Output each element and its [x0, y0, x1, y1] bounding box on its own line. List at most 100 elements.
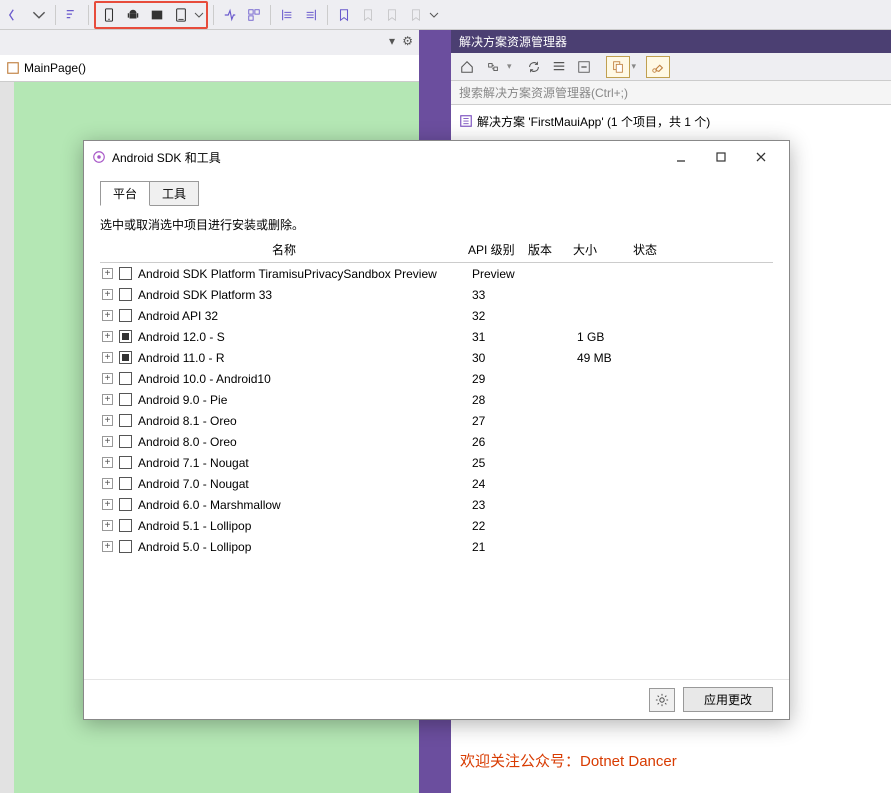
checkbox[interactable] — [119, 519, 132, 532]
checkbox[interactable] — [119, 330, 132, 343]
sdk-row[interactable]: +Android 10.0 - Android1029 — [100, 368, 773, 389]
expand-icon[interactable]: + — [102, 520, 113, 531]
checkbox[interactable] — [119, 477, 132, 490]
indent-left-icon[interactable] — [276, 4, 298, 26]
sdk-row[interactable]: +Android 11.0 - R3049 MB — [100, 347, 773, 368]
sdk-row[interactable]: +Android 8.1 - Oreo27 — [100, 410, 773, 431]
toolbar-separator — [270, 5, 271, 25]
show-all-files-icon[interactable] — [606, 56, 630, 78]
solution-root[interactable]: 解决方案 'FirstMauiApp' (1 个项目，共 1 个) — [459, 111, 883, 131]
category-icon[interactable] — [243, 4, 265, 26]
expand-icon[interactable]: + — [102, 394, 113, 405]
expand-icon[interactable]: + — [102, 478, 113, 489]
device-log-icon[interactable] — [146, 4, 168, 26]
sdk-row[interactable]: + Android SDK Platform 3333 — [100, 284, 773, 305]
row-name: Android 7.1 - Nougat — [138, 456, 472, 470]
editor-tab-bar: ▾ ⚙ — [0, 30, 419, 55]
expand-icon[interactable]: + — [102, 289, 113, 300]
checkbox[interactable] — [119, 288, 132, 301]
dialog-titlebar[interactable]: Android SDK 和工具 — [84, 141, 789, 173]
checkbox[interactable] — [119, 540, 132, 553]
expand-icon[interactable]: + — [102, 436, 113, 447]
solution-icon — [459, 114, 473, 128]
toolbar-separator — [327, 5, 328, 25]
indent-right-icon[interactable] — [300, 4, 322, 26]
emulator-device-icon[interactable] — [98, 4, 120, 26]
checkbox[interactable] — [119, 372, 132, 385]
collapse-all-icon[interactable] — [572, 56, 596, 78]
tablet-device-icon[interactable] — [170, 4, 192, 26]
bookmark-clear-icon[interactable] — [405, 4, 427, 26]
col-size[interactable]: 大小 — [573, 241, 633, 258]
navigation-label: MainPage() — [24, 61, 86, 75]
sdk-row[interactable]: +Android 7.1 - Nougat25 — [100, 452, 773, 473]
minimize-button[interactable] — [661, 143, 701, 171]
android-robot-icon[interactable] — [122, 4, 144, 26]
dialog-instruction: 选中或取消选中项目进行安装或删除。 — [100, 216, 773, 233]
bookmark-icon[interactable] — [333, 4, 355, 26]
row-name: Android 5.0 - Lollipop — [138, 540, 472, 554]
nav-back-icon[interactable] — [4, 4, 26, 26]
checkbox[interactable] — [119, 414, 132, 427]
checkbox[interactable] — [119, 393, 132, 406]
tab-dropdown-icon[interactable]: ▾ — [389, 34, 395, 48]
row-api: 27 — [472, 414, 532, 428]
checkbox[interactable] — [119, 498, 132, 511]
row-name: Android SDK Platform 33 — [138, 288, 472, 302]
row-name: Android SDK Platform TiramisuPrivacySand… — [138, 267, 472, 281]
checkbox[interactable] — [119, 351, 132, 364]
tab-platforms[interactable]: 平台 — [100, 181, 150, 206]
switch-view-icon[interactable] — [481, 56, 505, 78]
properties-icon[interactable] — [646, 56, 670, 78]
dropdown-arrow-icon[interactable] — [28, 4, 50, 26]
col-api[interactable]: API 级别 — [468, 241, 528, 258]
row-api: 33 — [472, 288, 532, 302]
checkbox[interactable] — [119, 435, 132, 448]
expand-icon[interactable]: + — [102, 415, 113, 426]
sdk-row[interactable]: +Android 5.0 - Lollipop21 — [100, 536, 773, 557]
expand-icon[interactable]: + — [102, 457, 113, 468]
sdk-row[interactable]: +Android 7.0 - Nougat24 — [100, 473, 773, 494]
checkbox[interactable] — [119, 456, 132, 469]
close-button[interactable] — [741, 143, 781, 171]
expand-icon[interactable]: + — [102, 541, 113, 552]
expand-icon[interactable]: + — [102, 499, 113, 510]
row-api: 32 — [472, 309, 532, 323]
dropdown-arrow-icon[interactable] — [194, 4, 204, 26]
sync-icon[interactable] — [522, 56, 546, 78]
expand-icon[interactable]: + — [102, 331, 113, 342]
expand-icon[interactable]: + — [102, 373, 113, 384]
sdk-row[interactable]: + Android SDK Platform TiramisuPrivacySan… — [100, 263, 773, 284]
col-version[interactable]: 版本 — [528, 241, 573, 258]
checkbox[interactable] — [119, 267, 132, 280]
sdk-row[interactable]: +Android 5.1 - Lollipop22 — [100, 515, 773, 536]
sdk-row[interactable]: +Android 8.0 - Oreo26 — [100, 431, 773, 452]
home-icon[interactable] — [455, 56, 479, 78]
navigation-bar[interactable]: MainPage() — [0, 55, 419, 82]
solution-search[interactable]: 搜索解决方案资源管理器(Ctrl+;) — [451, 81, 891, 105]
sdk-row[interactable]: +Android API 3232 — [100, 305, 773, 326]
expand-icon[interactable]: + — [102, 310, 113, 321]
settings-gear-button[interactable] — [649, 688, 675, 712]
maximize-button[interactable] — [701, 143, 741, 171]
row-size: 49 MB — [577, 351, 637, 365]
bookmark-prev-icon[interactable] — [357, 4, 379, 26]
col-state[interactable]: 状态 — [633, 241, 773, 258]
row-api: Preview — [472, 267, 532, 281]
bookmark-next-icon[interactable] — [381, 4, 403, 26]
tab-settings-icon[interactable]: ⚙ — [402, 34, 413, 48]
checkbox[interactable] — [119, 309, 132, 322]
expand-icon[interactable]: + — [102, 268, 113, 279]
refresh-icon[interactable] — [547, 56, 571, 78]
namespace-icon[interactable] — [219, 4, 241, 26]
sdk-row[interactable]: +Android 12.0 - S311 GB — [100, 326, 773, 347]
search-placeholder: 搜索解决方案资源管理器(Ctrl+;) — [459, 84, 628, 101]
tab-tools[interactable]: 工具 — [149, 181, 199, 206]
sort-icon[interactable] — [61, 4, 83, 26]
sdk-row[interactable]: +Android 9.0 - Pie28 — [100, 389, 773, 410]
sdk-row[interactable]: +Android 6.0 - Marshmallow23 — [100, 494, 773, 515]
col-name[interactable]: 名称 — [100, 241, 468, 258]
expand-icon[interactable]: + — [102, 352, 113, 363]
dropdown-arrow-icon[interactable] — [429, 4, 439, 26]
apply-button[interactable]: 应用更改 — [683, 687, 773, 712]
